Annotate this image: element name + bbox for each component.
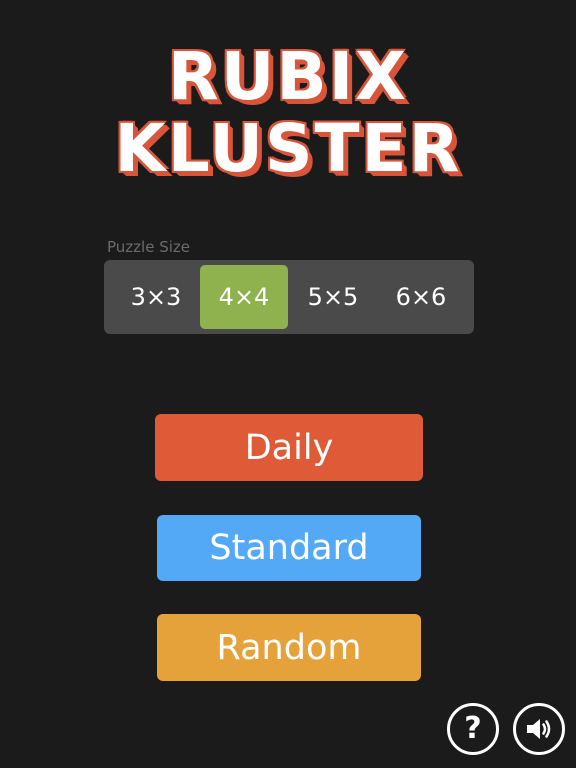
speaker-icon: [527, 719, 551, 739]
size-option-3x3[interactable]: 3×3: [112, 265, 200, 329]
puzzle-size-selector: 3×3 4×4 5×5 6×6: [104, 260, 474, 334]
logo-line-2: KLUSTER: [114, 110, 462, 187]
size-option-6x6[interactable]: 6×6: [377, 265, 465, 329]
daily-button[interactable]: Daily: [155, 414, 423, 481]
question-mark-icon: ?: [464, 711, 482, 746]
size-option-4x4-selected[interactable]: 4×4: [200, 265, 288, 329]
sound-button[interactable]: [513, 703, 565, 755]
puzzle-size-label: Puzzle Size: [107, 238, 190, 256]
size-option-5x5[interactable]: 5×5: [289, 265, 377, 329]
logo-line-1: RUBIX: [167, 38, 409, 115]
game-logo: RUBIX KLUSTER: [0, 44, 576, 182]
help-button[interactable]: ?: [447, 703, 499, 755]
standard-button[interactable]: Standard: [157, 515, 421, 581]
random-button[interactable]: Random: [157, 614, 421, 681]
